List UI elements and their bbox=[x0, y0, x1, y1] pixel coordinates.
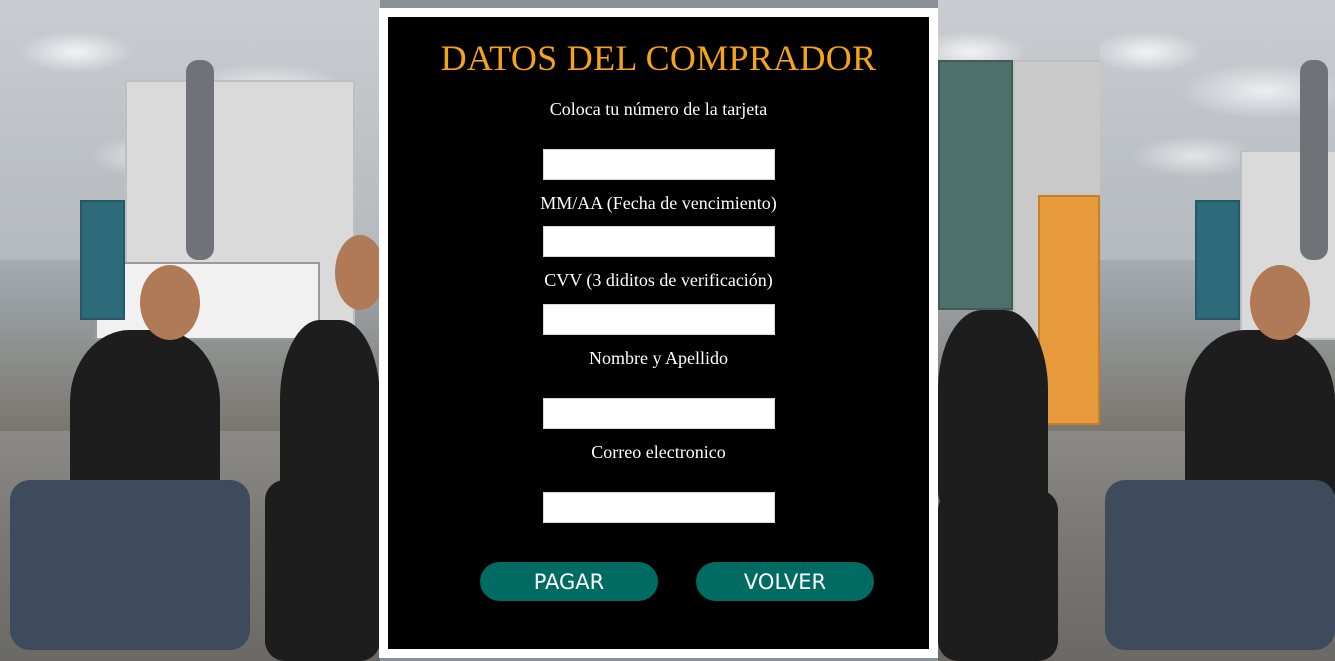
back-button[interactable]: VOLVER bbox=[696, 562, 874, 601]
person-jeans bbox=[10, 480, 250, 650]
background-photo-left bbox=[0, 0, 380, 661]
billboard bbox=[938, 60, 1013, 310]
person-pants-2 bbox=[265, 480, 380, 661]
person-head bbox=[140, 265, 200, 340]
background-photo-right bbox=[938, 0, 1100, 661]
email-label: Correo electronico bbox=[591, 442, 726, 462]
person-head-2 bbox=[335, 235, 380, 310]
buyer-form: DATOS DEL COMPRADOR Coloca tu número de … bbox=[388, 17, 929, 649]
form-title: DATOS DEL COMPRADOR bbox=[440, 38, 877, 78]
canout-sign-tower bbox=[1300, 60, 1328, 260]
buyer-form-frame: DATOS DEL COMPRADOR Coloca tu número de … bbox=[379, 8, 938, 658]
full-name-label: Nombre y Apellido bbox=[589, 348, 728, 368]
pay-button[interactable]: PAGAR bbox=[480, 562, 658, 601]
card-number-label: Coloca tu número de la tarjeta bbox=[549, 99, 768, 119]
card-number-input[interactable] bbox=[543, 149, 775, 180]
person-jeans bbox=[1105, 480, 1335, 650]
email-input[interactable] bbox=[543, 492, 775, 523]
person-pants bbox=[938, 490, 1058, 661]
person-shirt bbox=[938, 310, 1048, 510]
canout-sign-tower bbox=[186, 60, 214, 260]
billboard bbox=[80, 200, 125, 320]
full-name-input[interactable] bbox=[543, 398, 775, 429]
cvv-label: CVV (3 diditos de verificación) bbox=[544, 270, 773, 290]
expiry-date-label: MM/AA (Fecha de vencimiento) bbox=[540, 193, 777, 213]
expiry-date-input[interactable] bbox=[543, 226, 775, 257]
theater-marquee bbox=[95, 262, 320, 340]
cvv-input[interactable] bbox=[543, 304, 775, 335]
billboard bbox=[1195, 200, 1240, 320]
background-photo-far-right bbox=[1100, 0, 1335, 661]
person-head bbox=[1250, 265, 1310, 340]
